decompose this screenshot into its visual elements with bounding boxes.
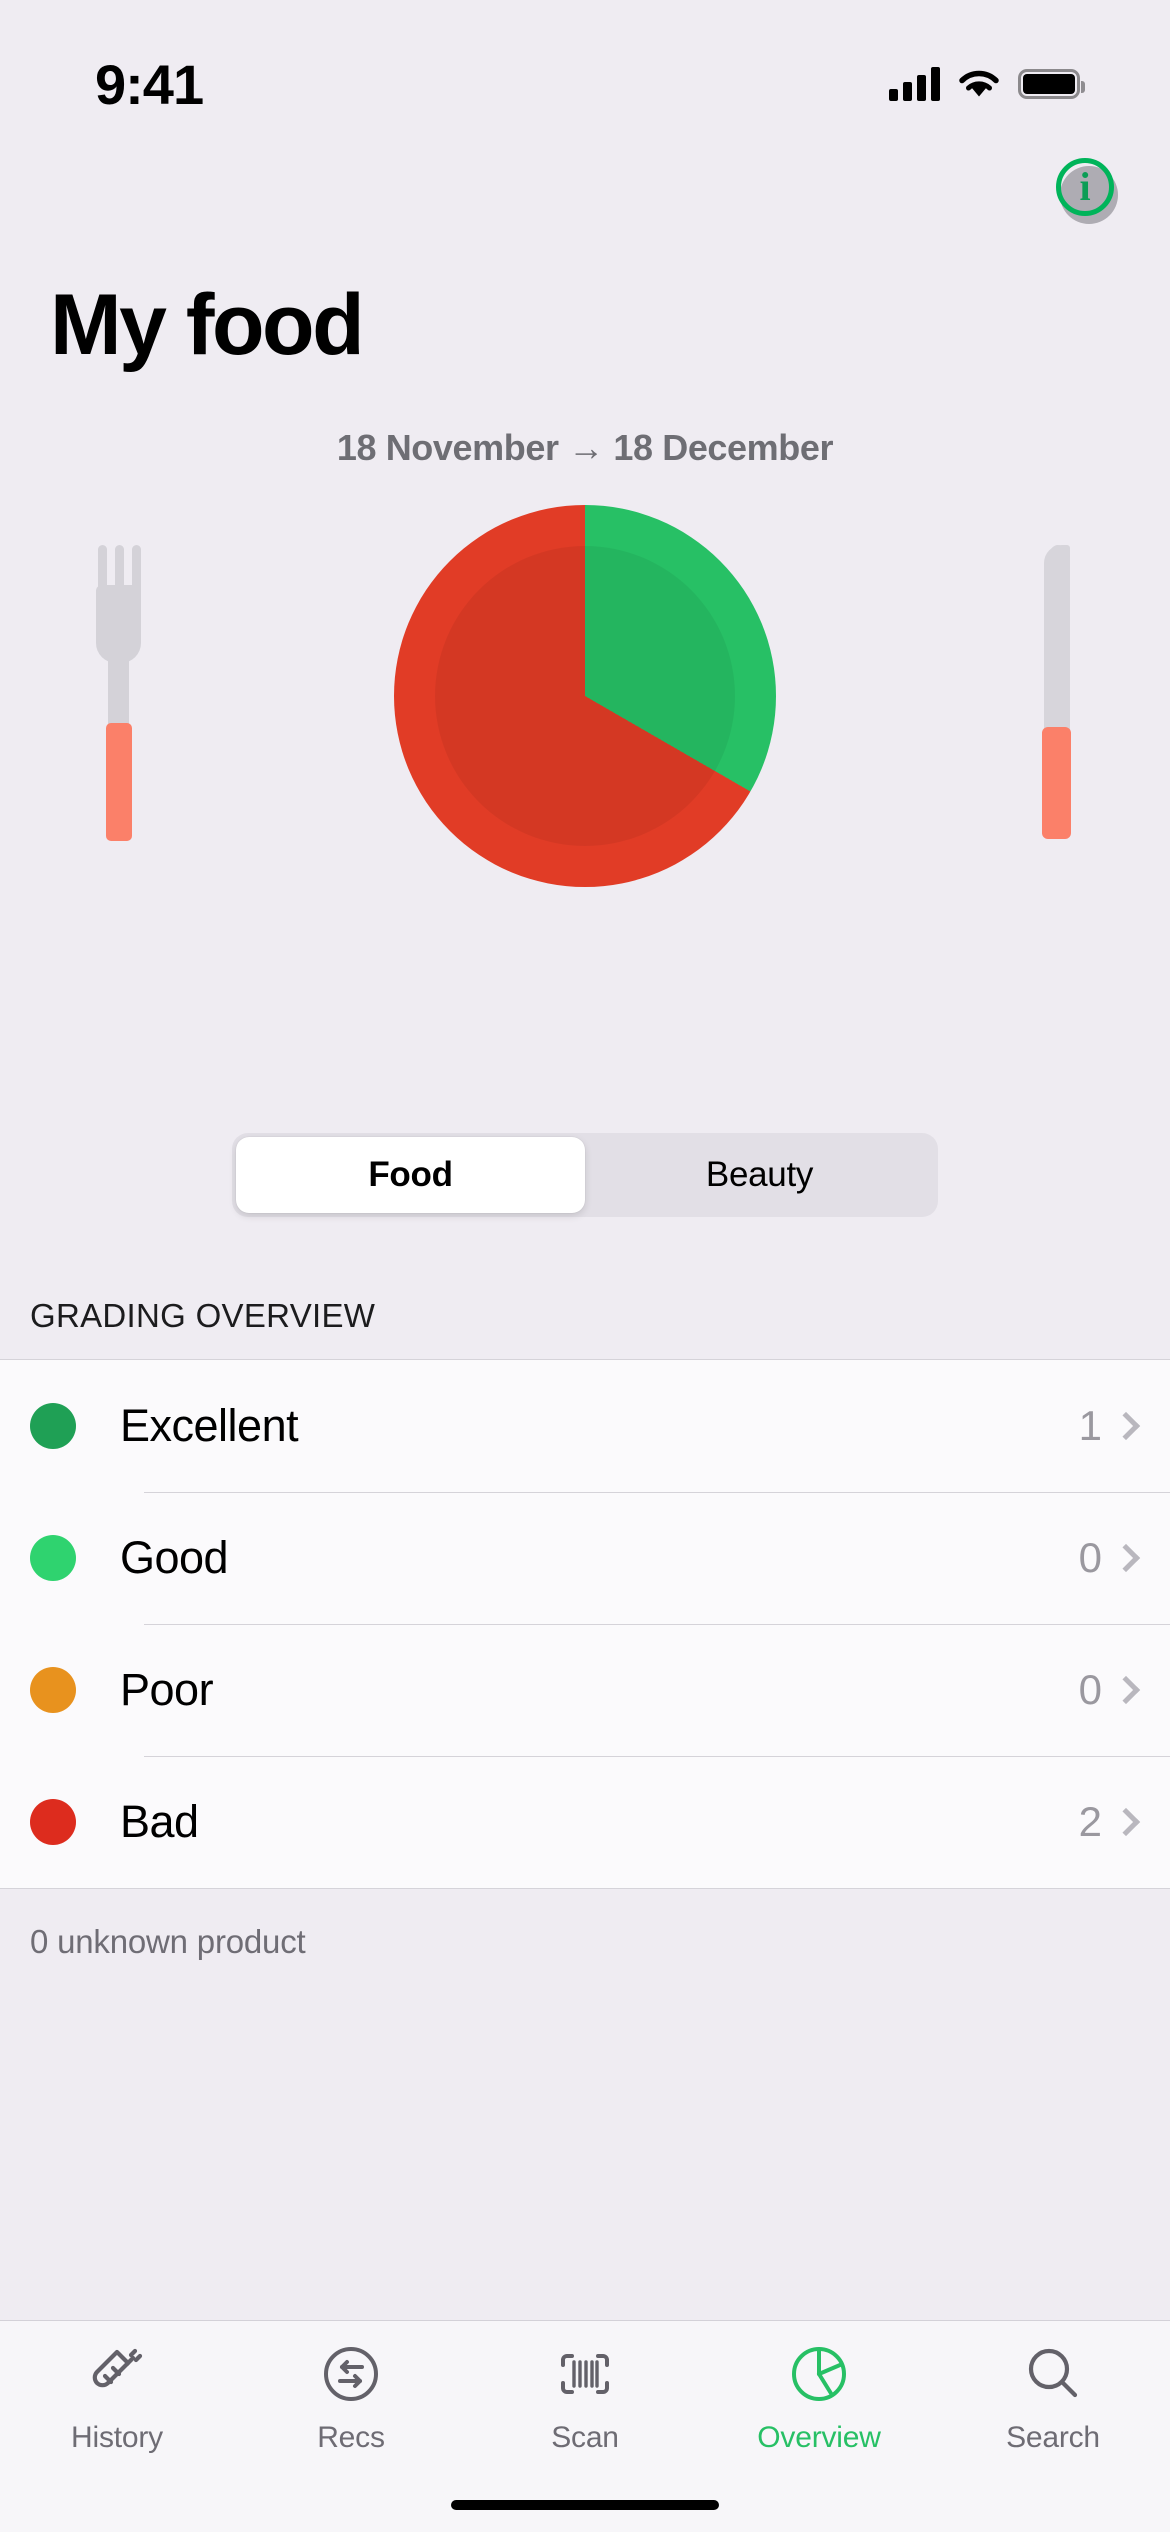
- tab-label-overview: Overview: [757, 2421, 881, 2454]
- barcode-scan-icon: [548, 2337, 622, 2411]
- tab-label-scan: Scan: [551, 2421, 619, 2454]
- category-segmented-control[interactable]: Food Beauty: [232, 1133, 938, 1217]
- chevron-right-icon: [1111, 1675, 1141, 1705]
- segment-beauty[interactable]: Beauty: [585, 1137, 934, 1213]
- grade-color-dot-poor: [30, 1667, 76, 1713]
- status-bar-indicators: [889, 67, 1085, 101]
- knife-icon: [1040, 545, 1078, 839]
- grade-color-dot-bad: [30, 1799, 76, 1845]
- table-row[interactable]: Good 0: [0, 1492, 1170, 1624]
- page-title: My food: [50, 277, 365, 373]
- grade-label-excellent: Excellent: [120, 1400, 299, 1451]
- grade-count-good: 0: [1078, 1534, 1102, 1581]
- grade-label-poor: Poor: [120, 1664, 214, 1715]
- chevron-right-icon: [1111, 1807, 1141, 1837]
- tab-overview[interactable]: Overview: [702, 2337, 936, 2455]
- pie-chart-icon: [782, 2337, 856, 2411]
- pie-chart: [394, 505, 776, 887]
- tab-history[interactable]: History: [0, 2337, 234, 2455]
- tab-recs[interactable]: Recs: [234, 2337, 468, 2455]
- info-glyph-label: i: [1079, 164, 1091, 209]
- chart-area: [0, 493, 1170, 1133]
- tab-label-recs: Recs: [317, 2421, 385, 2454]
- magnifier-icon: [1016, 2337, 1090, 2411]
- carrot-icon: [80, 2337, 154, 2411]
- table-row[interactable]: Bad 2: [0, 1756, 1170, 1888]
- table-row[interactable]: Excellent 1: [0, 1360, 1170, 1492]
- status-bar: 9:41: [0, 0, 1170, 150]
- cellular-bars-icon: [889, 67, 940, 101]
- grade-count-bad: 2: [1078, 1798, 1102, 1845]
- grade-color-dot-good: [30, 1535, 76, 1581]
- fork-icon: [96, 545, 144, 841]
- grade-color-dot-excellent: [30, 1403, 76, 1449]
- grade-label-bad: Bad: [120, 1796, 199, 1847]
- tab-search[interactable]: Search: [936, 2337, 1170, 2455]
- grading-overview-list: Excellent 1 Good 0 Poor 0 Bad 2: [0, 1359, 1170, 1889]
- date-range-label: 18 November → 18 December: [336, 427, 834, 468]
- chevron-right-icon: [1111, 1411, 1141, 1441]
- swap-arrows-circle-icon: [314, 2337, 388, 2411]
- wifi-icon: [959, 70, 999, 97]
- table-row[interactable]: Poor 0: [0, 1624, 1170, 1756]
- segment-food[interactable]: Food: [236, 1137, 585, 1213]
- grade-label-good: Good: [120, 1532, 229, 1583]
- tab-label-history: History: [71, 2421, 163, 2454]
- tab-label-search: Search: [1006, 2421, 1100, 2454]
- home-indicator: [451, 2500, 719, 2510]
- info-button[interactable]: i: [1056, 158, 1118, 224]
- grading-overview-section-header: GRADING OVERVIEW: [30, 1297, 376, 1334]
- unknown-product-note: 0 unknown product: [30, 1923, 306, 1960]
- chevron-right-icon: [1111, 1543, 1141, 1573]
- grade-count-excellent: 1: [1078, 1402, 1102, 1449]
- grade-count-poor: 0: [1078, 1666, 1102, 1713]
- header-actions: i: [0, 150, 1170, 270]
- tab-scan[interactable]: Scan: [468, 2337, 702, 2455]
- status-bar-time: 9:41: [95, 52, 204, 116]
- pie-chart-plate-inner: [435, 546, 735, 846]
- battery-full-icon: [1018, 69, 1085, 99]
